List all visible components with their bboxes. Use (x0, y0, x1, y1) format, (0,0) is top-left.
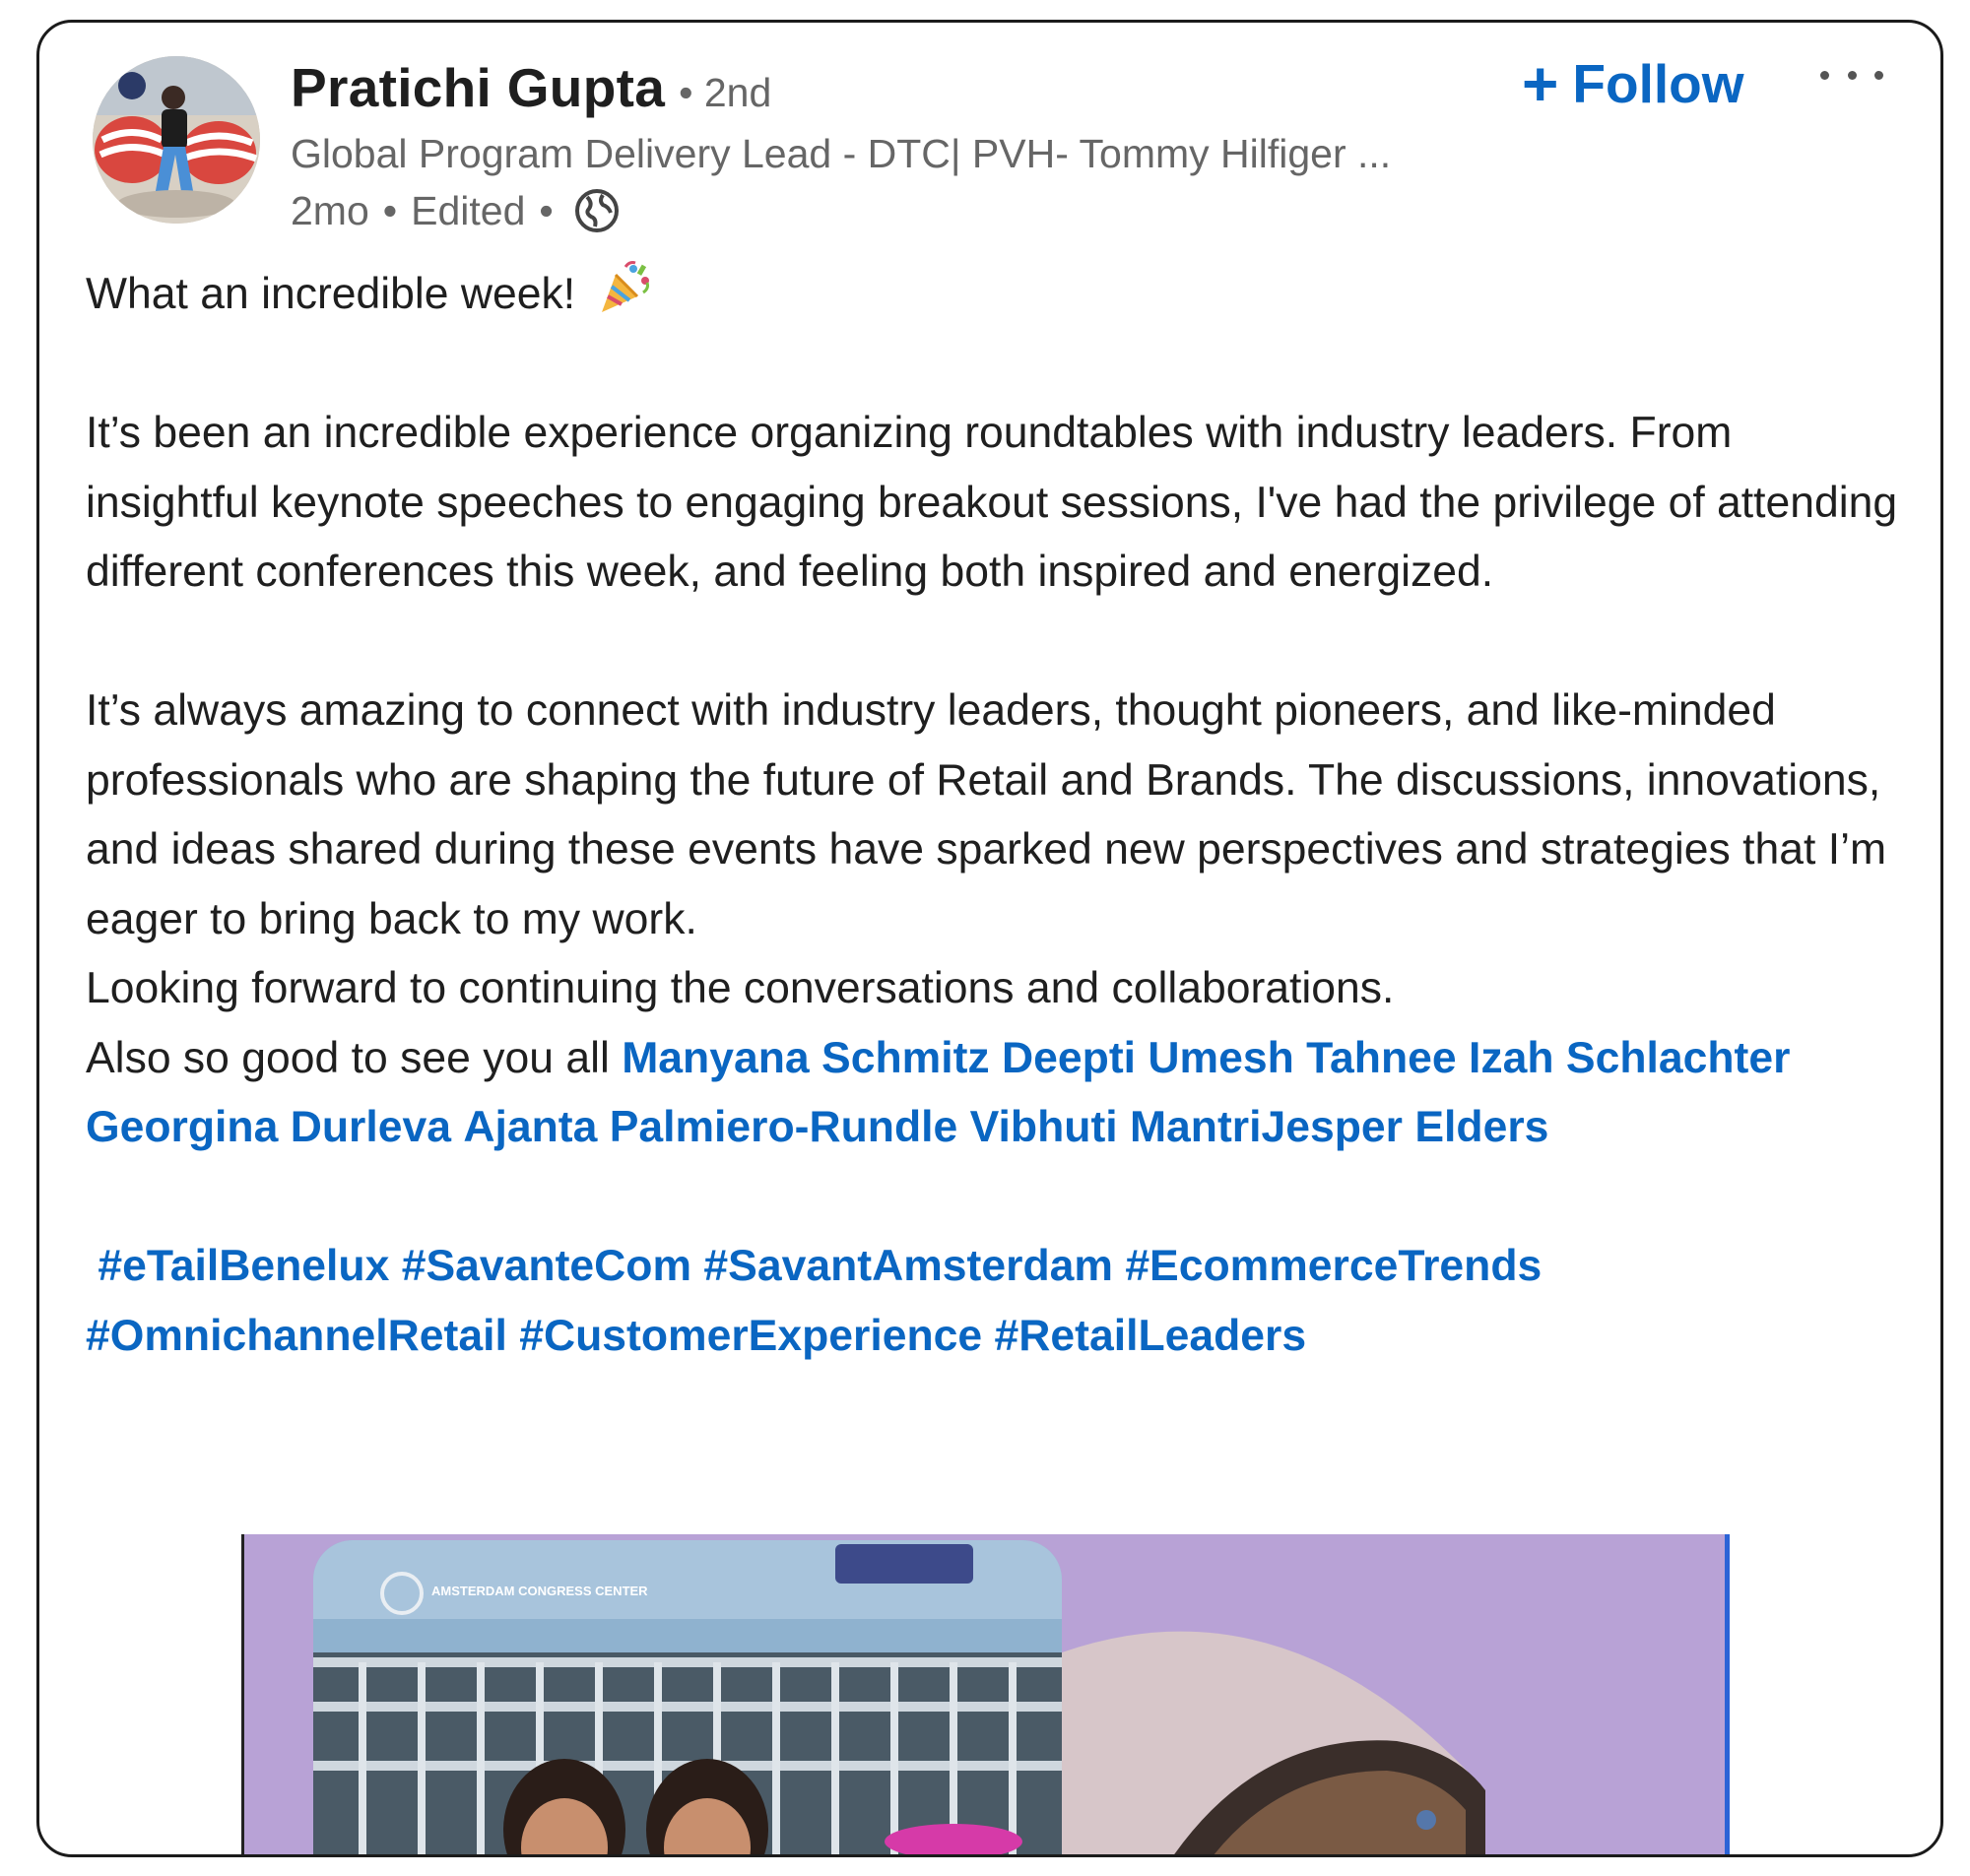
event-photo: AMSTERDAM CONGRESS CENTER (244, 1534, 1730, 1854)
meta-separator: • (539, 187, 554, 233)
post-paragraph: It’s been an incredible experience organ… (86, 409, 1898, 596)
author-avatar[interactable] (93, 56, 260, 224)
author-name-line: Pratichi Gupta • 2nd (291, 56, 1571, 125)
mention-link[interactable]: Deepti Umesh (1002, 1034, 1294, 1082)
globe-icon (574, 189, 619, 232)
post-paragraph: Looking forward to continuing the conver… (86, 964, 1395, 1012)
post-opening-line: What an incredible week! (86, 259, 1898, 330)
mention-link[interactable]: Ajanta Palmiero-Rundle (463, 1103, 957, 1151)
opening-text: What an incredible week! (86, 270, 576, 318)
post-header: Pratichi Gupta • 2nd Global Program Deli… (39, 23, 1940, 239)
hashtag-link[interactable]: #OmnichannelRetail (86, 1312, 507, 1360)
follow-label: Follow (1572, 53, 1744, 114)
author-info: Pratichi Gupta • 2nd Global Program Deli… (291, 56, 1571, 239)
meta-separator: • (382, 187, 398, 233)
more-options-icon[interactable] (1812, 50, 1891, 99)
hashtag-link[interactable]: #SavanteCom (402, 1242, 691, 1290)
hashtag-link[interactable]: #RetailLeaders (995, 1312, 1307, 1360)
mentions-paragraph: Also so good to see you all Manyana Schm… (86, 1024, 1898, 1163)
connection-degree: • 2nd (679, 70, 772, 115)
post-paragraph: It’s always amazing to connect with indu… (86, 686, 1887, 943)
post-time: 2mo (291, 187, 369, 233)
hashtag-link[interactable]: #eTailBenelux (98, 1242, 389, 1290)
party-popper-icon (601, 261, 649, 312)
post-image[interactable]: AMSTERDAM CONGRESS CENTER (241, 1534, 1730, 1854)
hashtag-link[interactable]: #EcommerceTrends (1125, 1242, 1542, 1290)
mentions-intro: Also so good to see you all (86, 1033, 623, 1082)
mention-link[interactable]: Vibhuti Mantri (970, 1103, 1262, 1151)
follow-button[interactable]: + Follow (1522, 52, 1744, 115)
image-edge (1725, 1534, 1730, 1854)
post-body: What an incredible week! It’s been an in… (86, 259, 1898, 1371)
author-name[interactable]: Pratichi Gupta (291, 56, 665, 119)
plus-icon: + (1522, 48, 1559, 119)
mention-link[interactable]: Manyana Schmitz (622, 1034, 989, 1082)
avatar-photo (93, 56, 260, 224)
dot (1847, 70, 1857, 80)
dot (1820, 70, 1829, 80)
post-card: Pratichi Gupta • 2nd Global Program Deli… (36, 20, 1943, 1857)
building-sign: AMSTERDAM CONGRESS CENTER (431, 1584, 648, 1598)
mention-link[interactable]: Georgina Durleva (86, 1103, 451, 1151)
hashtag-link[interactable]: #SavantAmsterdam (703, 1242, 1113, 1290)
edited-label: Edited (411, 187, 526, 233)
hashtag-link[interactable]: #CustomerExperience (519, 1312, 982, 1360)
dot (1874, 70, 1883, 80)
author-headline: Global Program Delivery Lead - DTC| PVH-… (291, 131, 1392, 176)
hashtags-paragraph: #eTailBenelux #SavanteCom #SavantAmsterd… (86, 1232, 1898, 1371)
post-meta: 2mo • Edited • (291, 182, 1571, 239)
mention-link[interactable]: Tahnee Izah Schlachter (1306, 1034, 1790, 1082)
mention-link[interactable]: Jesper Elders (1262, 1103, 1549, 1151)
